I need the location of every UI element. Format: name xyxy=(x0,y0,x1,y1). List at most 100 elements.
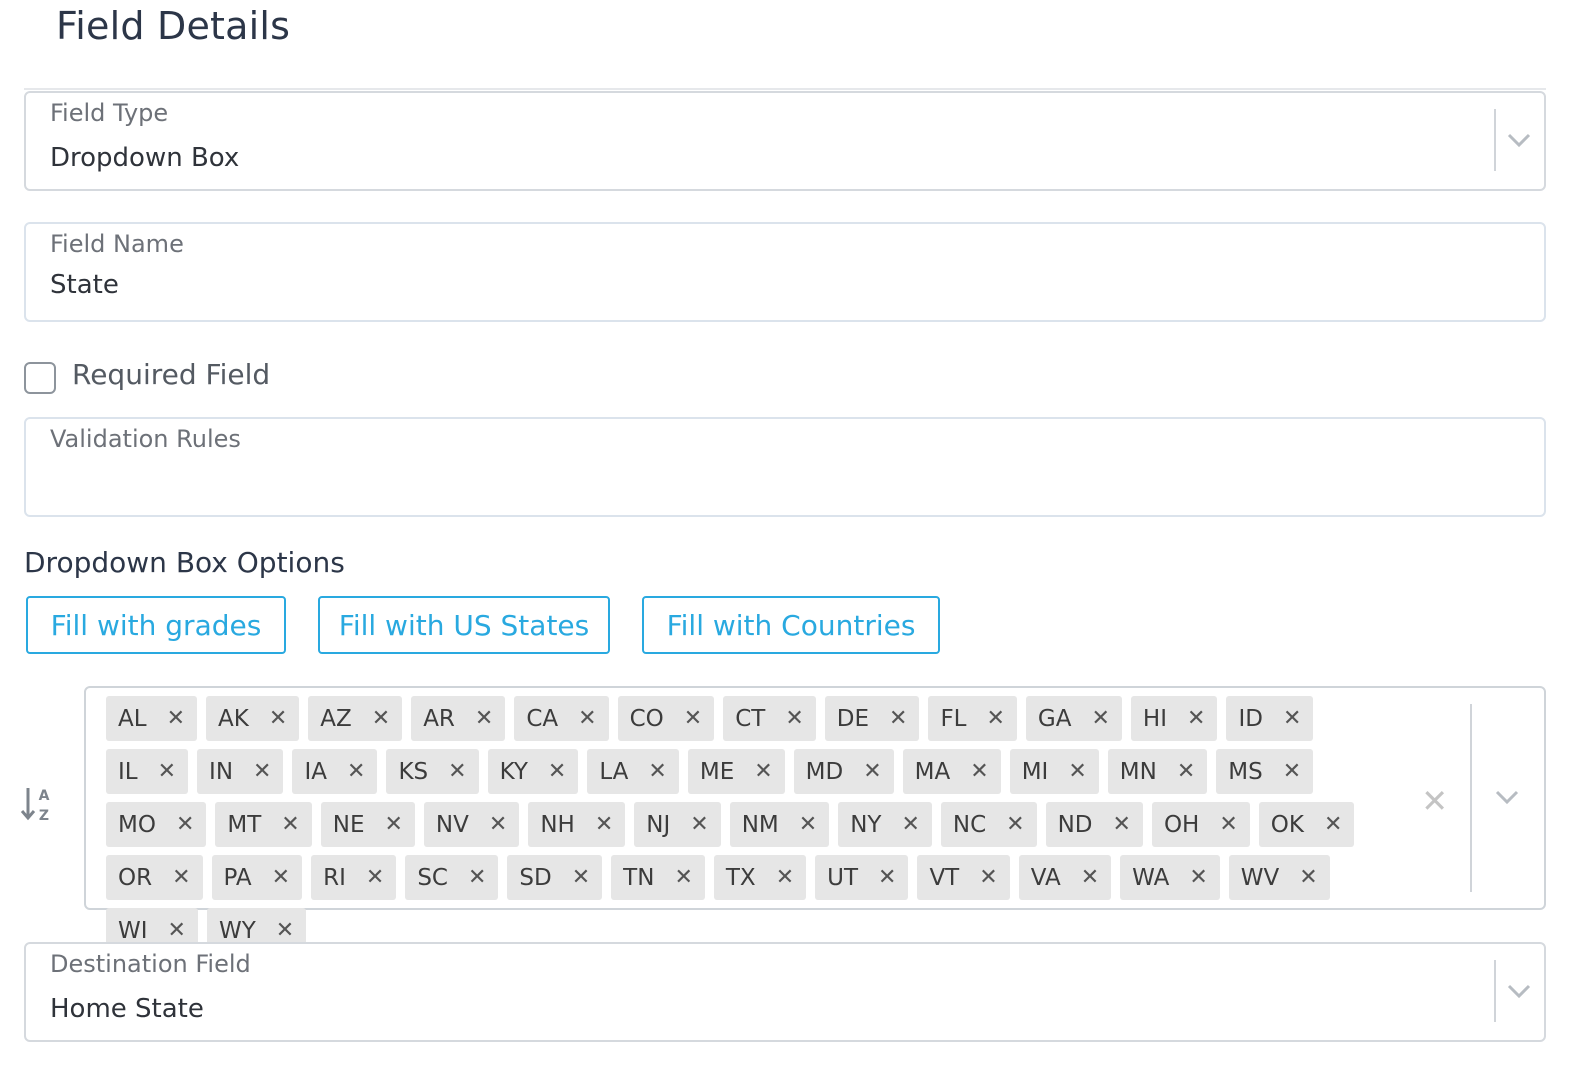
remove-tag-icon[interactable]: ✕ xyxy=(1189,866,1207,889)
remove-tag-icon[interactable]: ✕ xyxy=(776,866,794,889)
remove-tag-icon[interactable]: ✕ xyxy=(785,707,803,730)
option-tag-label: SC xyxy=(417,864,448,891)
option-tag-label: ME xyxy=(699,758,735,785)
option-tag: VA ✕ xyxy=(1018,855,1112,900)
remove-tag-icon[interactable]: ✕ xyxy=(347,760,365,783)
remove-tag-icon[interactable]: ✕ xyxy=(1299,866,1317,889)
remove-tag-icon[interactable]: ✕ xyxy=(878,866,896,889)
remove-tag-icon[interactable]: ✕ xyxy=(366,866,384,889)
option-tag: NH ✕ xyxy=(528,802,626,847)
option-tag: IL ✕ xyxy=(106,749,189,794)
remove-tag-icon[interactable]: ✕ xyxy=(1283,707,1301,730)
remove-tag-icon[interactable]: ✕ xyxy=(889,707,907,730)
option-tag-label: ID xyxy=(1238,705,1263,732)
option-tag: DE ✕ xyxy=(824,696,920,741)
clear-all-icon[interactable]: ✕ xyxy=(1421,782,1448,820)
option-tag: HI ✕ xyxy=(1130,696,1218,741)
remove-tag-icon[interactable]: ✕ xyxy=(863,760,881,783)
remove-tag-icon[interactable]: ✕ xyxy=(1113,813,1131,836)
option-tag-label: SD xyxy=(519,864,552,891)
option-tag: GA ✕ xyxy=(1025,696,1122,741)
remove-tag-icon[interactable]: ✕ xyxy=(1091,707,1109,730)
remove-tag-icon[interactable]: ✕ xyxy=(372,707,390,730)
remove-tag-icon[interactable]: ✕ xyxy=(648,760,666,783)
option-tag: AK ✕ xyxy=(206,696,300,741)
remove-tag-icon[interactable]: ✕ xyxy=(167,707,185,730)
remove-tag-icon[interactable]: ✕ xyxy=(799,813,817,836)
destination-field-select[interactable]: Destination Field Home State xyxy=(24,942,1546,1042)
remove-tag-icon[interactable]: ✕ xyxy=(690,813,708,836)
remove-tag-icon[interactable]: ✕ xyxy=(468,866,486,889)
remove-tag-icon[interactable]: ✕ xyxy=(1068,760,1086,783)
remove-tag-icon[interactable]: ✕ xyxy=(1177,760,1195,783)
remove-tag-icon[interactable]: ✕ xyxy=(272,866,290,889)
remove-tag-icon[interactable]: ✕ xyxy=(1081,866,1099,889)
fill-grades-button[interactable]: Fill with grades xyxy=(26,596,286,654)
remove-tag-icon[interactable]: ✕ xyxy=(970,760,988,783)
option-tag: NM ✕ xyxy=(729,802,830,847)
remove-tag-icon[interactable]: ✕ xyxy=(176,813,194,836)
select-divider xyxy=(1494,960,1496,1022)
option-tag-label: NE xyxy=(332,811,365,838)
option-tag-label: NV xyxy=(435,811,469,838)
field-name-input[interactable]: Field Name State xyxy=(24,222,1546,322)
chevron-down-icon[interactable] xyxy=(1492,784,1522,810)
option-tag-label: KS xyxy=(398,758,429,785)
remove-tag-icon[interactable]: ✕ xyxy=(986,707,1004,730)
option-tag-label: AK xyxy=(218,705,249,732)
option-tag: AR ✕ xyxy=(411,696,506,741)
remove-tag-icon[interactable]: ✕ xyxy=(1219,813,1237,836)
option-tag: NE ✕ xyxy=(320,802,415,847)
remove-tag-icon[interactable]: ✕ xyxy=(674,866,692,889)
svg-text:A: A xyxy=(39,788,50,804)
option-tag: MO ✕ xyxy=(106,802,207,847)
required-field-label[interactable]: Required Field xyxy=(72,358,270,391)
remove-tag-icon[interactable]: ✕ xyxy=(475,707,493,730)
svg-text:Z: Z xyxy=(39,808,49,824)
remove-tag-icon[interactable]: ✕ xyxy=(578,707,596,730)
option-tag: SC ✕ xyxy=(405,855,499,900)
remove-tag-icon[interactable]: ✕ xyxy=(1324,813,1342,836)
remove-tag-icon[interactable]: ✕ xyxy=(269,707,287,730)
validation-rules-input[interactable]: Validation Rules xyxy=(24,417,1546,517)
remove-tag-icon[interactable]: ✕ xyxy=(979,866,997,889)
remove-tag-icon[interactable]: ✕ xyxy=(548,760,566,783)
remove-tag-icon[interactable]: ✕ xyxy=(1187,707,1205,730)
remove-tag-icon[interactable]: ✕ xyxy=(754,760,772,783)
destination-field-value: Home State xyxy=(50,994,204,1024)
remove-tag-icon[interactable]: ✕ xyxy=(253,760,271,783)
option-tag-label: OR xyxy=(118,864,153,891)
remove-tag-icon[interactable]: ✕ xyxy=(448,760,466,783)
remove-tag-icon[interactable]: ✕ xyxy=(901,813,919,836)
remove-tag-icon[interactable]: ✕ xyxy=(489,813,507,836)
option-tag: RI ✕ xyxy=(311,855,397,900)
chevron-down-icon[interactable] xyxy=(1504,127,1534,153)
required-field-checkbox[interactable] xyxy=(24,362,56,394)
remove-tag-icon[interactable]: ✕ xyxy=(595,813,613,836)
divider xyxy=(24,88,1546,90)
option-tag: PA ✕ xyxy=(211,855,303,900)
remove-tag-icon[interactable]: ✕ xyxy=(281,813,299,836)
sort-alpha-down-icon[interactable]: A Z xyxy=(20,784,54,824)
option-tag-label: CT xyxy=(735,705,766,732)
option-tag-label: RI xyxy=(323,864,346,891)
remove-tag-icon[interactable]: ✕ xyxy=(276,919,294,942)
remove-tag-icon[interactable]: ✕ xyxy=(384,813,402,836)
remove-tag-icon[interactable]: ✕ xyxy=(684,707,702,730)
fill-us-states-button[interactable]: Fill with US States xyxy=(318,596,610,654)
option-tag-label: AZ xyxy=(320,705,352,732)
remove-tag-icon[interactable]: ✕ xyxy=(1283,760,1301,783)
remove-tag-icon[interactable]: ✕ xyxy=(572,866,590,889)
option-tag: MA ✕ xyxy=(902,749,1001,794)
remove-tag-icon[interactable]: ✕ xyxy=(172,866,190,889)
option-tag: NJ ✕ xyxy=(634,802,721,847)
field-type-select[interactable]: Field Type Dropdown Box xyxy=(24,91,1546,191)
options-multiselect[interactable]: AL ✕ AK ✕ AZ ✕ AR ✕ CA ✕ CO ✕ CT ✕ DE ✕ FL ✕ GA ✕ HI ✕ ID ✕ IL ✕ I… xyxy=(84,686,1546,953)
fill-countries-button[interactable]: Fill with Countries xyxy=(642,596,940,654)
remove-tag-icon[interactable]: ✕ xyxy=(1006,813,1024,836)
remove-tag-icon[interactable]: ✕ xyxy=(168,919,186,942)
option-tag: OR ✕ xyxy=(106,855,203,900)
option-tag: CT ✕ xyxy=(723,696,816,741)
chevron-down-icon[interactable] xyxy=(1504,978,1534,1004)
remove-tag-icon[interactable]: ✕ xyxy=(158,760,176,783)
